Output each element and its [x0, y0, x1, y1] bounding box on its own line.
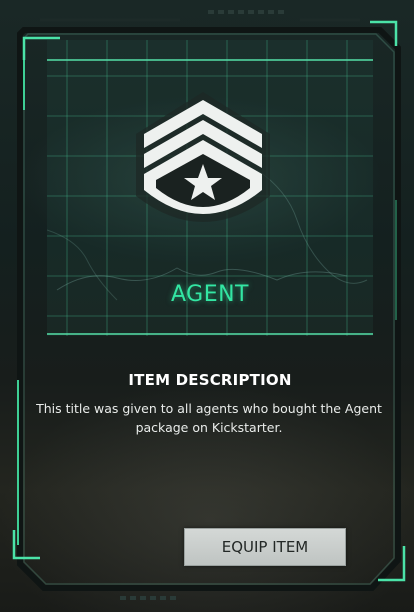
equip-item-button[interactable]: EQUIP ITEM: [184, 528, 346, 566]
description-heading: ITEM DESCRIPTION: [128, 371, 292, 389]
description-text: This title was given to all agents who b…: [36, 401, 382, 435]
sergeant-rank-star-icon: [136, 92, 270, 222]
item-title: AGENT: [170, 282, 249, 307]
item-detail-panel: AGENT ITEM DESCRIPTION This title was gi…: [0, 0, 414, 612]
